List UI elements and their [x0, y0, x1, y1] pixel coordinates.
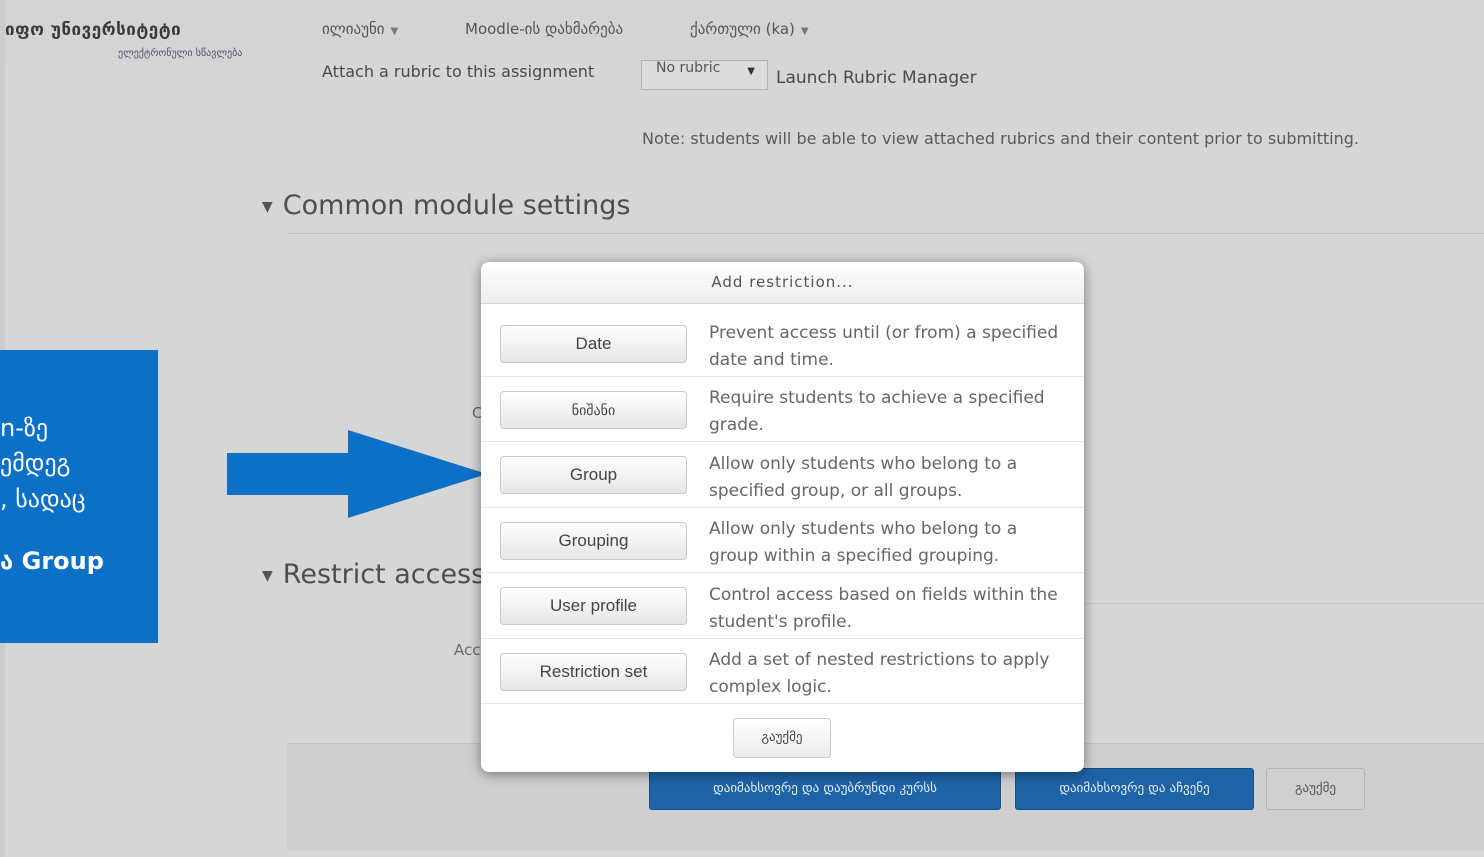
obscured-access-label: Acc: [454, 641, 481, 659]
add-restriction-dialog: Add restriction... Date Prevent access u…: [481, 262, 1084, 772]
restriction-option: Restriction set Add a set of nested rest…: [481, 639, 1084, 704]
rubric-field-label: Attach a rubric to this assignment: [322, 62, 595, 80]
callout-text-line: , სადაც: [0, 485, 86, 513]
restriction-grade-button[interactable]: ნიშანი: [500, 391, 687, 429]
restriction-description: Allow only students who belong to a spec…: [709, 454, 1018, 501]
restriction-option: Group Allow only students who belong to …: [481, 443, 1084, 508]
restriction-option: User profile Control access based on fie…: [481, 574, 1084, 639]
chevron-down-icon: ▼: [390, 26, 399, 37]
restriction-description: Require students to achieve a specified …: [709, 388, 1045, 435]
caret-down-icon: ▼: [262, 198, 273, 215]
section-divider: [287, 233, 1484, 234]
right-arrow-icon: [227, 430, 487, 518]
dialog-title: Add restriction...: [481, 262, 1084, 304]
chevron-down-icon: ▼: [800, 26, 809, 37]
callout-text-line: ემდეგ: [0, 449, 71, 477]
nav-moodle-help[interactable]: Moodle-ის დახმარება: [465, 20, 623, 38]
caret-down-icon: ▼: [262, 567, 273, 584]
nav-language-menu[interactable]: ქართული (ka) ▼: [690, 20, 809, 38]
cancel-form-button[interactable]: გაუქმე: [1266, 768, 1365, 810]
rubric-select-value: No rubric: [656, 60, 721, 76]
restriction-grouping-button[interactable]: Grouping: [500, 522, 687, 560]
restriction-description: Prevent access until (or from) a specifi…: [709, 323, 1059, 370]
callout-text-line: ა Group: [0, 547, 104, 575]
tutorial-callout: n-ზე ემდეგ , სადაც ა Group: [0, 350, 158, 643]
nav-menu-iliauni[interactable]: ილიაუნი ▼: [322, 20, 398, 38]
chevron-down-icon: ▼: [747, 66, 755, 77]
site-brand[interactable]: იფო უნივერსიტეტი: [5, 20, 181, 40]
callout-text-line: n-ზე: [0, 414, 49, 442]
restriction-set-button[interactable]: Restriction set: [500, 653, 687, 691]
section-restrict-access-title: Restrict access: [282, 559, 486, 590]
rubric-note: Note: students will be able to view atta…: [642, 129, 1359, 148]
save-and-return-button[interactable]: დაიმახსოვრე და დაუბრუნდი კურსს: [649, 768, 1001, 810]
restriction-description: Control access based on fields within th…: [709, 585, 1058, 632]
restriction-date-button[interactable]: Date: [500, 325, 687, 363]
section-common-module-title: Common module settings: [282, 190, 631, 221]
restriction-description: Add a set of nested restrictions to appl…: [709, 650, 1050, 697]
restriction-user-profile-button[interactable]: User profile: [500, 587, 687, 625]
save-and-display-button[interactable]: დაიმახსოვრე და აჩვენე: [1015, 768, 1254, 810]
section-divider: [1084, 603, 1484, 604]
nav-language-label: ქართული (ka): [690, 20, 795, 38]
site-brand-subtitle: ელექტრონული სწავლება: [118, 48, 243, 59]
launch-rubric-manager-link[interactable]: Launch Rubric Manager: [776, 68, 977, 88]
restriction-group-button[interactable]: Group: [500, 456, 687, 494]
rubric-select[interactable]: No rubric ▼: [641, 60, 768, 90]
restriction-option: ნიშანი Require students to achieve a spe…: [481, 377, 1084, 442]
nav-menu-iliauni-label: ილიაუნი: [322, 20, 385, 38]
dialog-cancel-button[interactable]: გაუქმე: [733, 718, 831, 758]
restriction-option: Grouping Allow only students who belong …: [481, 508, 1084, 573]
restriction-option: Date Prevent access until (or from) a sp…: [481, 312, 1084, 377]
restriction-description: Allow only students who belong to a grou…: [709, 519, 1018, 566]
section-common-module-settings[interactable]: ▼ Common module settings: [262, 190, 630, 221]
section-restrict-access[interactable]: ▼ Restrict access: [262, 559, 485, 590]
